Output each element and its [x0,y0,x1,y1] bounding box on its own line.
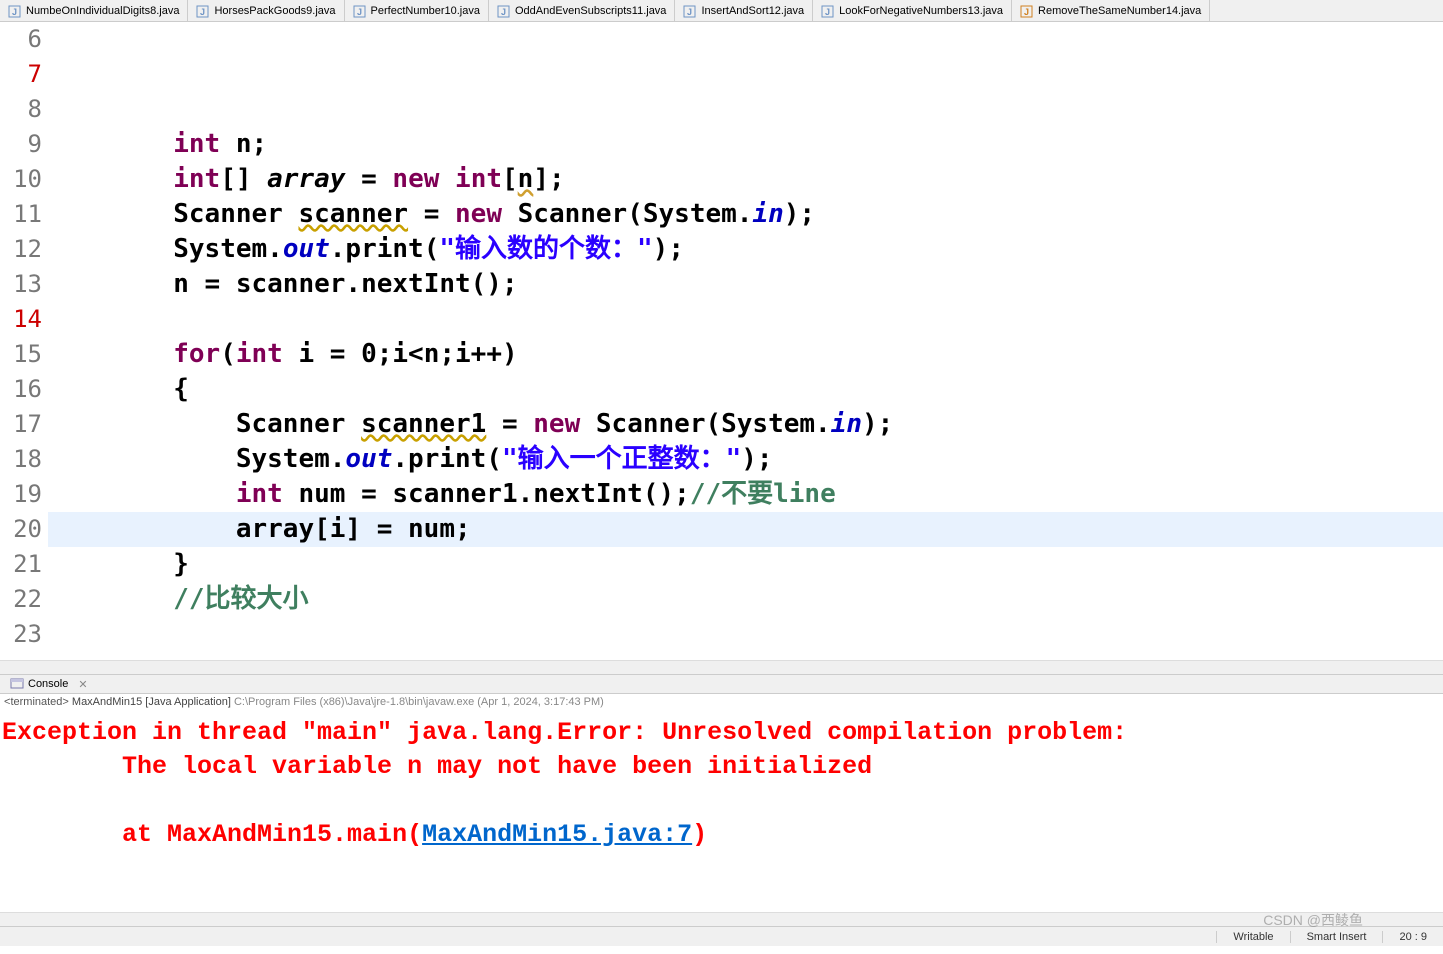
status-writable: Writable [1216,931,1289,943]
svg-text:J: J [12,7,17,17]
java-file-icon: J [497,4,511,18]
tab-label: LookForNegativeNumbers13.java [839,5,1003,17]
console-tab[interactable]: Console ✕ [2,674,96,695]
status-bar: Writable Smart Insert 20 : 9 [0,926,1443,946]
file-tab[interactable]: J InsertAndSort12.java [675,0,813,21]
svg-text:J: J [687,7,692,17]
stacktrace-link[interactable]: MaxAndMin15.java:7 [422,820,692,849]
code-editor[interactable]: 67891011121314151617181920212223 int n; … [0,22,1443,660]
svg-text:J: J [501,7,506,17]
console-header: <terminated> MaxAndMin15 [Java Applicati… [0,694,1443,712]
svg-text:J: J [200,7,205,17]
line-numbers: 67891011121314151617181920212223 [0,22,48,660]
file-tab[interactable]: J OddAndEvenSubscripts11.java [489,0,675,21]
console-tab-bar: Console ✕ [0,674,1443,694]
svg-text:J: J [825,7,830,17]
console-tab-label: Console [28,678,68,690]
tab-label: InsertAndSort12.java [701,5,804,17]
tab-label: RemoveTheSameNumber14.java [1038,5,1201,17]
java-file-icon: J [1020,4,1034,18]
file-tab[interactable]: J HorsesPackGoods9.java [188,0,344,21]
java-file-icon: J [353,4,367,18]
console-icon [10,676,24,693]
tab-label: OddAndEvenSubscripts11.java [515,5,666,17]
file-tab[interactable]: J RemoveTheSameNumber14.java [1012,0,1210,21]
tab-label: PerfectNumber10.java [371,5,480,17]
java-file-icon: J [683,4,697,18]
java-file-icon: J [821,4,835,18]
source-code: int n; int[] array = new int[n]; Scanner… [48,127,1443,660]
code-area[interactable]: int n; int[] array = new int[n]; Scanner… [48,22,1443,660]
svg-text:J: J [357,7,362,17]
console-output[interactable]: Exception in thread "main" java.lang.Err… [0,712,1443,912]
tab-label: NumbeOnIndividualDigits8.java [26,5,179,17]
file-tab[interactable]: J PerfectNumber10.java [345,0,489,21]
file-tab[interactable]: J NumbeOnIndividualDigits8.java [0,0,188,21]
horizontal-scrollbar[interactable] [0,660,1443,674]
file-tab[interactable]: J LookForNegativeNumbers13.java [813,0,1012,21]
close-icon[interactable]: ✕ [78,678,87,691]
java-file-icon: J [8,4,22,18]
cursor-position: 20 : 9 [1382,931,1443,943]
java-file-icon: J [196,4,210,18]
status-insert: Smart Insert [1290,931,1383,943]
editor-tabs: J NumbeOnIndividualDigits8.java J HorsesPa… [0,0,1443,22]
tab-label: HorsesPackGoods9.java [214,5,335,17]
console-scrollbar[interactable] [0,912,1443,926]
svg-text:J: J [1024,7,1029,17]
